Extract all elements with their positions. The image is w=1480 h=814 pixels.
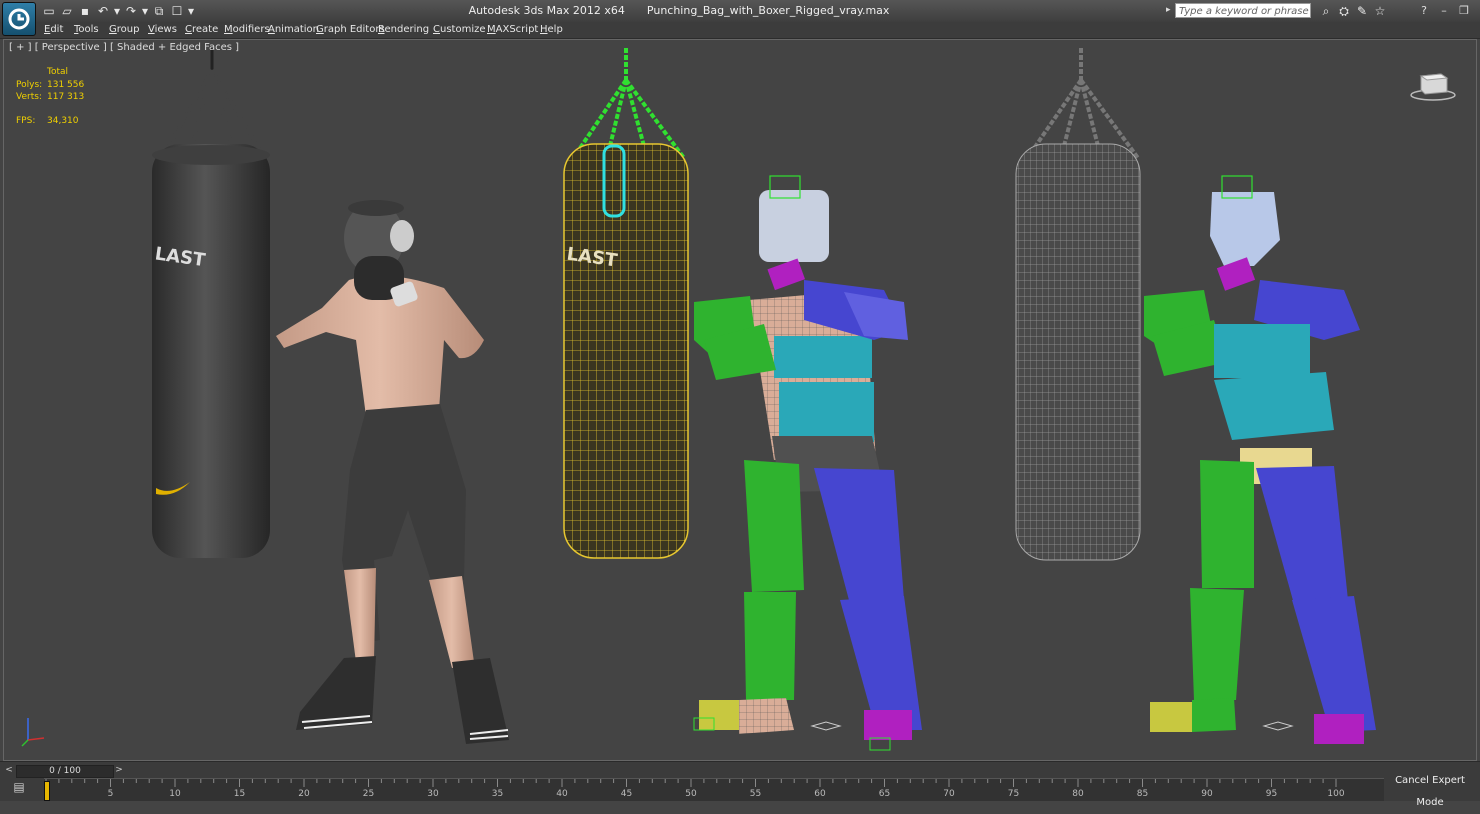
minimize-button[interactable]: –	[1434, 3, 1454, 19]
quick-access-toolbar: ▭ ▱ ▪ ↶ ▾ ↷ ▾ ⧉ ☐ ▾	[42, 4, 198, 18]
scene-statistics: Total Polys: 131 556 Verts: 117 313 FPS: 34…	[16, 66, 84, 127]
scene-render: LAST LAST	[152, 48, 1376, 751]
cancel-expert-mode-button[interactable]: Cancel Expert Mode	[1386, 770, 1474, 808]
stats-header: Total	[47, 67, 69, 77]
track-tick-label: 60	[814, 789, 826, 799]
subscription-center-icon[interactable]: ⛭	[1336, 3, 1352, 19]
time-slider[interactable]: < 0 / 100 >	[4, 764, 124, 778]
track-tick-label: 25	[362, 789, 375, 799]
menu-help[interactable]: Help	[540, 24, 563, 35]
menu-tools[interactable]: Tools	[74, 24, 99, 35]
menu-graph-editors[interactable]: Graph Editors	[316, 24, 385, 35]
track-tick-label: 75	[1007, 789, 1020, 799]
redo-icon[interactable]: ↷	[124, 4, 138, 18]
polys-value: 131 556	[47, 79, 85, 90]
communication-center-icon[interactable]: ✎	[1354, 3, 1370, 19]
menu-edit[interactable]: Edit	[44, 24, 63, 35]
verts-value: 117 313	[47, 92, 85, 102]
track-tick-label: 5	[107, 789, 114, 799]
menu-animation[interactable]: Animation	[268, 24, 319, 35]
app-title: Autodesk 3ds Max 2012 x64	[468, 4, 625, 17]
search-expand-icon[interactable]: ▸	[1166, 5, 1171, 15]
track-tick-label: 100	[1327, 789, 1345, 799]
open-file-icon[interactable]: ▱	[60, 4, 74, 18]
timeline-area: < 0 / 100 > ▤ 5 10 15 20 25 30 35 40 45 50 55 60 65 7…	[0, 761, 1480, 808]
perspective-viewport[interactable]: LAST LAST [+] [Perspective] [Shaded…	[3, 39, 1477, 761]
customize-toolbar-dropdown-icon[interactable]: ▾	[188, 4, 194, 18]
time-cursor[interactable]	[44, 781, 50, 801]
track-tick-label: 15	[233, 789, 246, 799]
frame-readout[interactable]: 0 / 100	[16, 765, 114, 778]
title-bar: ▭ ▱ ▪ ↶ ▾ ↷ ▾ ⧉ ☐ ▾ Autodesk 3ds Max 2012 x64 Punc…	[0, 0, 1480, 36]
track-bar[interactable]: 5 10 15 20 25 30 35 40 45 50 55 60 65 70 75 80 85 90 95 100	[44, 778, 1384, 801]
menu-views[interactable]: Views	[148, 24, 177, 35]
undo-dropdown-icon[interactable]: ▾	[114, 4, 120, 18]
track-tick-label: 40	[556, 789, 568, 799]
hold-icon[interactable]: ⧉	[152, 4, 166, 18]
track-tick-label: 70	[943, 789, 955, 799]
track-tick-label: 80	[1072, 789, 1084, 799]
axis-tripod-icon	[21, 718, 45, 747]
track-tick-label: 65	[878, 789, 891, 799]
viewcube-icon[interactable]	[1409, 68, 1457, 102]
menu-modifiers[interactable]: Modifiers	[224, 24, 270, 35]
window-title: Autodesk 3ds Max 2012 x64 Punching_Bag_wi…	[440, 4, 940, 17]
project-folder-icon[interactable]: ☐	[170, 4, 184, 18]
next-frame-icon[interactable]: >	[114, 764, 124, 777]
track-tick-label: 20	[298, 789, 310, 799]
favorites-star-icon[interactable]: ☆	[1372, 3, 1388, 19]
boxer-rigged-skinned	[693, 175, 922, 751]
binoculars-icon[interactable]: ⌕	[1318, 3, 1334, 19]
menu-group[interactable]: Group	[109, 24, 139, 35]
save-file-icon[interactable]: ▪	[78, 4, 92, 18]
punching-bag-wireframe: LAST	[563, 48, 689, 559]
search-input[interactable]: Type a keyword or phrase	[1175, 3, 1311, 18]
menu-bar: Edit Tools Group Views Create Modifiers …	[0, 22, 1480, 39]
menu-customize[interactable]: Customize	[433, 24, 486, 35]
track-tick-label: 10	[169, 789, 181, 799]
verts-label: Verts:	[16, 92, 42, 102]
menu-rendering[interactable]: Rendering	[378, 24, 429, 35]
boxer-rendered	[276, 200, 509, 744]
track-tick-label: 95	[1265, 789, 1278, 799]
punching-bag-grey-wire	[1015, 48, 1141, 561]
undo-icon[interactable]: ↶	[96, 4, 110, 18]
track-tick-label: 45	[620, 789, 633, 799]
menu-maxscript[interactable]: MAXScript	[487, 24, 538, 35]
track-tick-label: 85	[1136, 789, 1149, 799]
viewport-label[interactable]: [ + ] [ Perspective ] [ Shaded + Edged F…	[9, 42, 239, 53]
app-logo-icon[interactable]	[2, 2, 36, 36]
fps-value: 34,310	[47, 115, 79, 126]
maximize-button[interactable]: ❐	[1454, 3, 1474, 19]
menu-create[interactable]: Create	[185, 24, 218, 35]
track-tick-label: 35	[491, 789, 504, 799]
track-tick-label: 55	[749, 789, 762, 799]
track-tick-label: 30	[427, 789, 439, 799]
track-tick-label: 50	[685, 789, 697, 799]
track-tick-label: 90	[1201, 789, 1213, 799]
boxer-bones-only	[1144, 175, 1376, 744]
help-icon[interactable]: ?	[1414, 3, 1434, 19]
prev-frame-icon[interactable]: <	[4, 764, 14, 777]
new-file-icon[interactable]: ▭	[42, 4, 56, 18]
redo-dropdown-icon[interactable]: ▾	[142, 4, 148, 18]
mini-curve-editor-icon[interactable]: ▤	[8, 779, 30, 795]
polys-label: Polys:	[16, 79, 43, 90]
fps-label: FPS:	[16, 115, 36, 126]
punching-bag-rendered: LAST	[152, 48, 270, 558]
file-name: Punching_Bag_with_Boxer_Rigged_vray.max	[646, 4, 890, 17]
